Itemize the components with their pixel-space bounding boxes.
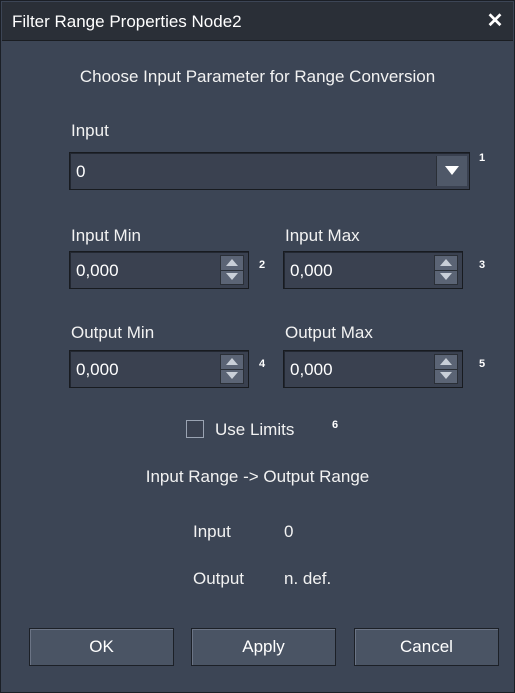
- arrow-down-icon: [440, 372, 452, 379]
- spin-down-button[interactable]: [435, 369, 457, 383]
- dialog-window: Filter Range Properties Node2 ✕ Choose I…: [0, 0, 515, 693]
- use-limits-label[interactable]: Use Limits: [215, 420, 294, 440]
- title-bar[interactable]: Filter Range Properties Node2 ✕: [2, 2, 513, 41]
- marker-2: 2: [259, 259, 266, 271]
- output-max-label: Output Max: [285, 323, 373, 342]
- ok-button[interactable]: OK: [29, 628, 174, 666]
- spin-down-button[interactable]: [221, 270, 243, 284]
- marker-1: 1: [479, 152, 486, 164]
- output-max-value: 0,000: [290, 360, 333, 379]
- range-title: Input Range -> Output Range: [145, 467, 370, 486]
- output-min-label: Output Min: [71, 323, 155, 342]
- input-max-spinbox[interactable]: 0,000: [283, 251, 463, 289]
- output-min-value: 0,000: [76, 360, 119, 379]
- arrow-up-icon: [226, 358, 238, 365]
- apply-button[interactable]: Apply: [191, 628, 336, 666]
- spin-buttons: [220, 255, 244, 285]
- arrow-up-icon: [226, 259, 238, 266]
- spin-up-button[interactable]: [221, 256, 243, 271]
- cancel-button[interactable]: Cancel: [354, 628, 499, 666]
- marker-4: 4: [259, 358, 266, 370]
- spin-up-button[interactable]: [435, 256, 457, 271]
- arrow-down-icon: [226, 273, 238, 280]
- readout-input-value: 0: [284, 522, 294, 541]
- output-min-spinbox[interactable]: 0,000: [69, 350, 249, 388]
- close-icon[interactable]: ✕: [483, 9, 507, 33]
- spin-buttons: [434, 354, 458, 384]
- arrow-up-icon: [440, 259, 452, 266]
- input-dropdown[interactable]: 0: [69, 152, 470, 190]
- window-title: Filter Range Properties Node2: [12, 12, 242, 31]
- dropdown-arrow-button[interactable]: [436, 156, 467, 186]
- input-min-spinbox[interactable]: 0,000: [69, 251, 249, 289]
- input-label: Input: [71, 121, 109, 140]
- spin-up-button[interactable]: [221, 355, 243, 370]
- spin-up-button[interactable]: [435, 355, 457, 370]
- marker-5: 5: [479, 358, 486, 370]
- chevron-down-icon: [445, 166, 459, 175]
- input-dropdown-value: 0: [76, 162, 86, 181]
- marker-3: 3: [479, 259, 486, 271]
- input-min-label: Input Min: [71, 226, 141, 245]
- marker-6: 6: [332, 419, 339, 431]
- use-limits-checkbox[interactable]: [186, 420, 204, 438]
- arrow-down-icon: [440, 273, 452, 280]
- spin-down-button[interactable]: [221, 369, 243, 383]
- input-max-value: 0,000: [290, 261, 333, 280]
- input-min-value: 0,000: [76, 261, 119, 280]
- readout-output-value: n. def.: [284, 569, 332, 588]
- spin-buttons: [434, 255, 458, 285]
- arrow-up-icon: [440, 358, 452, 365]
- spin-buttons: [220, 354, 244, 384]
- arrow-down-icon: [226, 372, 238, 379]
- spin-down-button[interactable]: [435, 270, 457, 284]
- readout-output-label: Output: [193, 569, 245, 588]
- input-max-label: Input Max: [285, 226, 360, 245]
- heading-text: Choose Input Parameter for Range Convers…: [79, 67, 436, 86]
- output-max-spinbox[interactable]: 0,000: [283, 350, 463, 388]
- readout-input-label: Input: [193, 522, 231, 541]
